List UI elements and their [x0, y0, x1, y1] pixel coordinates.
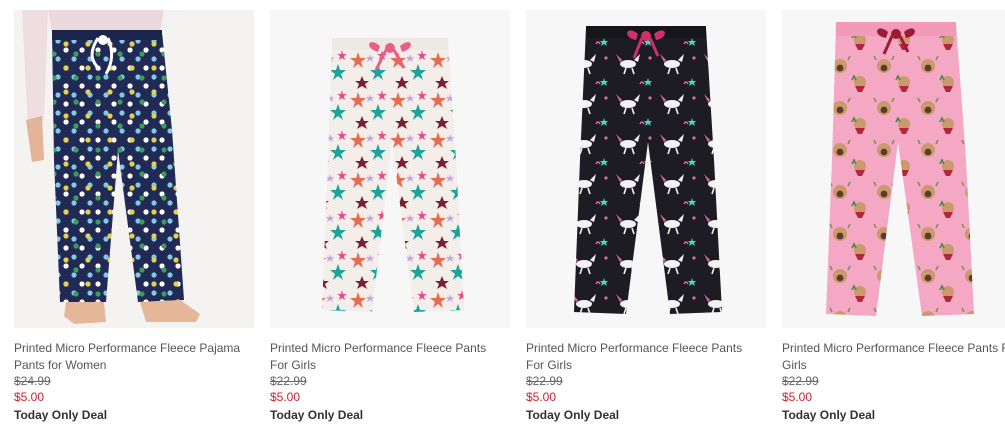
product-image[interactable] [782, 10, 1005, 328]
product-image[interactable] [14, 10, 254, 328]
product-card[interactable]: Printed Micro Performance Fleece Pajama … [14, 10, 254, 440]
original-price: $22.99 [270, 374, 307, 388]
deal-badge: Today Only Deal [14, 408, 108, 422]
sale-price: $5.00 [526, 390, 557, 404]
product-card[interactable]: Printed Micro Performance Fleece Pants F… [526, 10, 766, 440]
sale-price: $5.00 [782, 390, 813, 404]
product-image[interactable] [526, 10, 766, 328]
deal-badge: Today Only Deal [782, 408, 876, 422]
product-title[interactable]: Printed Micro Performance Fleece Pajama … [14, 340, 246, 374]
original-price: $22.99 [526, 374, 563, 388]
original-price: $22.99 [782, 374, 819, 388]
deal-badge: Today Only Deal [526, 408, 620, 422]
product-grid: Printed Micro Performance Fleece Pajama … [0, 0, 1005, 444]
product-title[interactable]: Printed Micro Performance Fleece Pants F… [782, 340, 1005, 374]
product-card[interactable]: Printed Micro Performance Fleece Pants F… [270, 10, 510, 440]
sale-price: $5.00 [14, 390, 45, 404]
product-title[interactable]: Printed Micro Performance Fleece Pants F… [270, 340, 502, 374]
deal-badge: Today Only Deal [270, 408, 364, 422]
product-card[interactable]: Printed Micro Performance Fleece Pants F… [782, 10, 1005, 440]
original-price: $24.99 [14, 374, 51, 388]
sale-price: $5.00 [270, 390, 301, 404]
product-image[interactable] [270, 10, 510, 328]
product-title[interactable]: Printed Micro Performance Fleece Pants F… [526, 340, 758, 374]
